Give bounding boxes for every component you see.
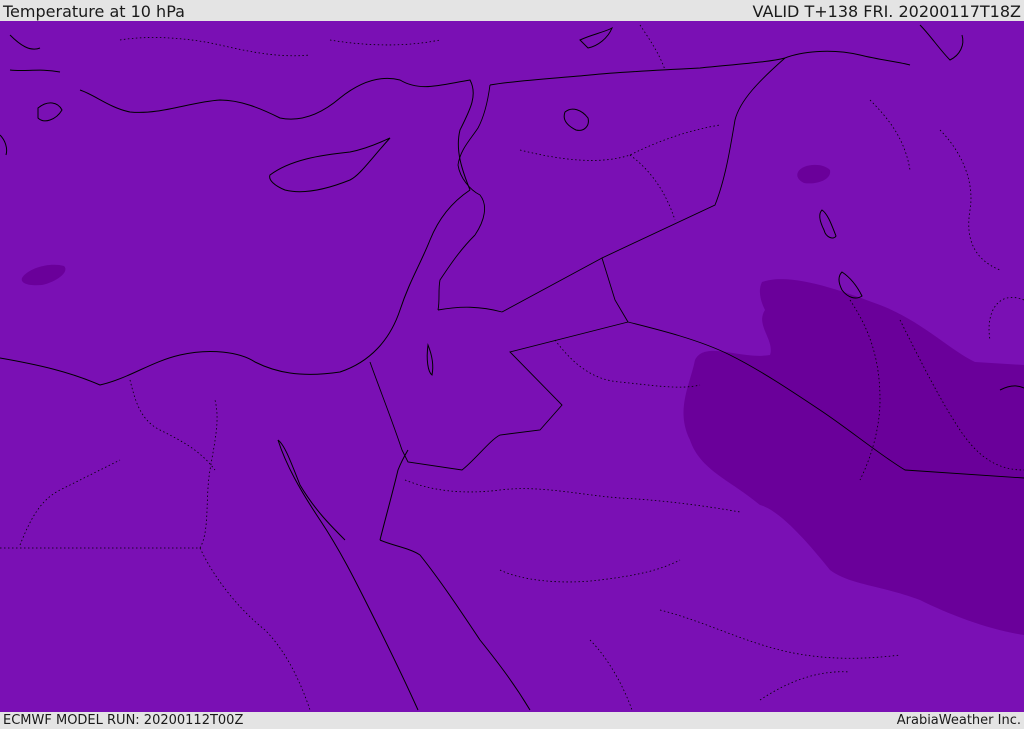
credit: ArabiaWeather Inc. [896,713,1021,728]
header-bar: Temperature at 10 hPa VALID T+138 FRI. 2… [0,0,1024,21]
valid-time: VALID T+138 FRI. 20200117T18Z [752,2,1021,21]
temperature-map [0,21,1024,712]
map-title: Temperature at 10 hPa [3,2,185,21]
footer-bar: ECMWF MODEL RUN: 20200112T00Z ArabiaWeat… [0,712,1024,729]
model-run: ECMWF MODEL RUN: 20200112T00Z [3,713,244,728]
